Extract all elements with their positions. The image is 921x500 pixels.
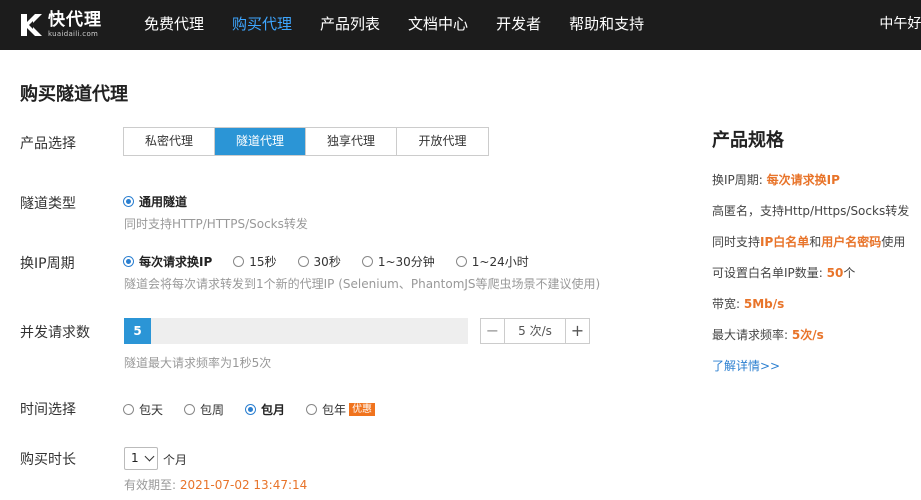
tab-private-proxy[interactable]: 私密代理 xyxy=(124,128,215,155)
duration-label: 购买时长 xyxy=(20,452,76,468)
ip-cycle-hint: 隧道会将每次请求转发到1个新的代理IP (Selenium、PhantomJS等… xyxy=(124,277,601,291)
radio-general-tunnel[interactable]: 通用隧道 xyxy=(123,193,187,210)
learn-more-link[interactable]: 了解详情>> xyxy=(712,357,780,374)
time-select-label: 时间选择 xyxy=(20,402,76,418)
concurrency-label: 并发请求数 xyxy=(20,325,90,341)
concurrency-stepper: − 5 次/s + xyxy=(480,318,590,344)
tunnel-type-hint: 同时支持HTTP/HTTPS/Socks转发 xyxy=(124,217,308,231)
spec-ip-cycle-value: 每次请求换IP xyxy=(766,173,840,187)
chevron-down-icon xyxy=(144,451,155,462)
time-select-options: 包天 包周 包月 包年 优惠 xyxy=(123,400,396,418)
expiry-info: 有效期至: 2021-07-02 13:47:14 xyxy=(124,476,307,493)
radio-unchecked-icon xyxy=(455,255,467,267)
radio-monthly[interactable]: 包月 xyxy=(245,401,285,418)
radio-1-24-hours[interactable]: 1~24小时 xyxy=(455,253,529,270)
decrement-button[interactable]: − xyxy=(481,319,505,343)
duration-value: 1 xyxy=(131,451,139,465)
user-greeting[interactable]: 中午好! xyxy=(879,0,921,50)
logo-name: 快代理 xyxy=(48,10,102,30)
expiry-date: 2021-07-02 13:47:14 xyxy=(179,478,308,492)
radio-checked-icon xyxy=(245,403,257,415)
spec-anonymity: 高匿名，支持Http/Https/Socks转发 xyxy=(712,204,910,218)
radio-daily[interactable]: 包天 xyxy=(123,401,163,418)
radio-weekly[interactable]: 包周 xyxy=(184,401,224,418)
spec-auth-methods: 同时支持IP白名单和用户名密码使用 xyxy=(712,235,906,249)
spec-title: 产品规格 xyxy=(712,130,784,151)
logo-k-icon xyxy=(18,12,44,38)
concurrency-hint: 隧道最大请求频率为1秒5次 xyxy=(124,356,272,370)
duration-unit: 个月 xyxy=(163,453,188,467)
concurrency-input[interactable]: 5 次/s xyxy=(505,319,565,343)
site-logo[interactable]: 快代理 kuaidaili.com xyxy=(18,10,113,40)
nav-buy-proxy[interactable]: 购买代理 xyxy=(218,0,306,50)
discount-badge: 优惠 xyxy=(349,402,376,416)
spec-bandwidth: 带宽: 5Mb/s xyxy=(712,297,785,311)
radio-15-seconds[interactable]: 15秒 xyxy=(233,253,277,270)
tab-open-proxy[interactable]: 开放代理 xyxy=(397,128,488,155)
logo-domain: kuaidaili.com xyxy=(48,30,99,38)
product-tabs: 私密代理 隧道代理 独享代理 开放代理 xyxy=(123,127,489,156)
expiry-label: 有效期至: xyxy=(124,478,180,492)
tunnel-type-label: 隧道类型 xyxy=(20,196,76,212)
tab-dedicated-proxy[interactable]: 独享代理 xyxy=(306,128,397,155)
product-label: 产品选择 xyxy=(20,136,76,152)
tab-tunnel-proxy[interactable]: 隧道代理 xyxy=(215,128,306,155)
nav-developer[interactable]: 开发者 xyxy=(482,0,555,50)
top-navbar: 快代理 kuaidaili.com 免费代理 购买代理 产品列表 文档中心 开发… xyxy=(0,0,921,50)
tunnel-type-options: 通用隧道 xyxy=(123,192,208,210)
radio-checked-icon xyxy=(123,195,134,207)
increment-button[interactable]: + xyxy=(565,319,589,343)
radio-1-30-minutes[interactable]: 1~30分钟 xyxy=(361,253,435,270)
radio-30-seconds[interactable]: 30秒 xyxy=(297,253,341,270)
ip-cycle-options: 每次请求换IP 15秒 30秒 1~30分钟 1~24小时 xyxy=(123,252,550,270)
spec-whitelist-count: 可设置白名单IP数量: 50个 xyxy=(712,266,856,280)
nav-free-proxy[interactable]: 免费代理 xyxy=(130,0,218,50)
nav-product-list[interactable]: 产品列表 xyxy=(306,0,394,50)
radio-unchecked-icon xyxy=(123,403,134,415)
radio-every-request[interactable]: 每次请求换IP xyxy=(123,253,212,270)
page-title: 购买隧道代理 xyxy=(20,84,128,105)
radio-unchecked-icon xyxy=(184,403,196,415)
radio-unchecked-icon xyxy=(233,255,245,267)
radio-checked-icon xyxy=(123,255,134,267)
main-nav: 免费代理 购买代理 产品列表 文档中心 开发者 帮助和支持 xyxy=(130,0,658,50)
nav-help-support[interactable]: 帮助和支持 xyxy=(555,0,658,50)
radio-yearly[interactable]: 包年 优惠 xyxy=(306,401,376,418)
radio-unchecked-icon xyxy=(306,403,318,415)
slider-handle[interactable]: 5 xyxy=(124,318,151,344)
spec-ip-cycle: 换IP周期: 每次请求换IP xyxy=(712,173,840,187)
ip-cycle-label: 换IP周期 xyxy=(20,256,75,272)
radio-unchecked-icon xyxy=(361,255,373,267)
radio-unchecked-icon xyxy=(297,255,309,267)
nav-docs[interactable]: 文档中心 xyxy=(394,0,482,50)
concurrency-slider[interactable]: 5 xyxy=(124,318,468,344)
duration-select[interactable]: 1 xyxy=(124,447,158,470)
spec-max-frequency: 最大请求频率: 5次/s xyxy=(712,328,824,342)
